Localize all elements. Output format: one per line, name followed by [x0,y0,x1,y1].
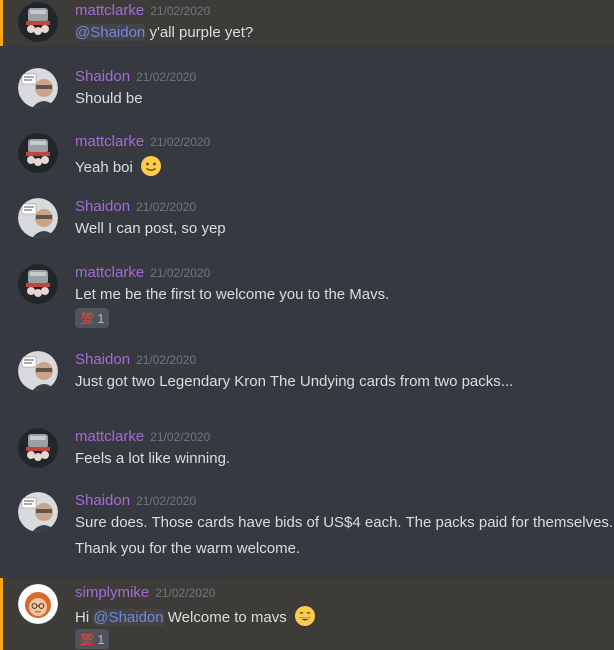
message-header: mattclarke 21/02/2020 [75,133,210,151]
message-content: @Shaidon y'all purple yet? [75,24,253,41]
message-item: Shaidon 21/02/2020 Well I can post, so ye… [0,190,614,250]
username[interactable]: mattclarke [75,264,144,281]
username[interactable]: mattclarke [75,2,144,19]
message-item: mattclarke 21/02/2020 Feels a lot like wi… [0,422,614,482]
timestamp: 21/02/2020 [136,494,197,508]
timestamp: 21/02/2020 [136,353,197,367]
message-text: Thank you for the warm welcome. [75,540,301,557]
message-header: simplymike 21/02/2020 [75,584,215,602]
message-header: mattclarke 21/02/2020 [75,428,210,446]
message-item: mattclarke 21/02/2020 Yeah boi [0,124,614,184]
avatar[interactable] [18,584,58,624]
message-header: Shaidon 21/02/2020 [75,351,196,369]
message-text: Welcome to mavs [163,609,287,626]
message-text: Just got two Legendary Kron The Undying … [75,373,514,390]
message-text: Sure does. Those cards have bids of US$4… [75,514,614,531]
message-text: Well I can post, so yep [75,220,226,237]
hundred-points-icon: 💯 [80,633,94,646]
reaction-button[interactable]: 💯 1 [75,629,110,649]
username[interactable]: Shaidon [75,68,130,85]
message-content: Hi @Shaidon Welcome to mavs [75,605,316,627]
reaction-button[interactable]: 💯 1 [75,308,110,328]
slightly-smiling-face-icon [141,156,162,176]
avatar[interactable] [18,428,58,468]
message-text: Feels a lot like winning. [75,450,231,467]
message-item: mattclarke 21/02/2020 Let me be the first… [0,256,614,336]
timestamp: 21/02/2020 [150,135,211,149]
username[interactable]: Shaidon [75,492,130,509]
timestamp: 21/02/2020 [136,200,197,214]
avatar[interactable] [18,492,58,532]
avatar[interactable] [18,68,58,108]
hundred-points-icon: 💯 [80,312,94,325]
message-header: Shaidon 21/02/2020 [75,492,196,510]
message-text: y'all purple yet? [145,24,254,41]
timestamp: 21/02/2020 [150,266,211,280]
message-text: Hi [75,609,94,626]
message-item: Shaidon 21/02/2020 Just got two Legendary… [0,346,614,406]
username[interactable]: simplymike [75,584,149,601]
message-item: Shaidon 21/02/2020 Sure does. Those cards… [0,487,614,567]
reaction-count: 1 [97,310,105,326]
user-mention[interactable]: @Shaidon [75,24,146,41]
message-header: Shaidon 21/02/2020 [75,68,196,86]
username[interactable]: Shaidon [75,351,130,368]
message-header: mattclarke 21/02/2020 [75,2,210,20]
username[interactable]: Shaidon [75,198,130,215]
user-mention[interactable]: @Shaidon [93,609,164,626]
avatar[interactable] [18,351,58,391]
timestamp: 21/02/2020 [150,430,211,444]
username[interactable]: mattclarke [75,428,144,445]
grinning-face-icon [294,606,315,626]
message-header: Shaidon 21/02/2020 [75,198,196,216]
avatar[interactable] [18,2,58,42]
avatar[interactable] [18,264,58,304]
avatar[interactable] [18,133,58,173]
timestamp: 21/02/2020 [155,586,216,600]
message-text: Yeah boi [75,159,133,176]
username[interactable]: mattclarke [75,133,144,150]
message-header: mattclarke 21/02/2020 [75,264,210,282]
reaction-count: 1 [97,631,105,647]
message-item: mattclarke 21/02/2020 @Shaidon y'all purp… [0,0,614,46]
message-item: simplymike 21/02/2020 Hi @Shaidon Welcome… [0,578,614,650]
avatar[interactable] [18,198,58,238]
message-content: Yeah boi [75,155,162,177]
timestamp: 21/02/2020 [136,70,197,84]
message-item: Shaidon 21/02/2020 Should be [0,58,614,118]
message-text: Let me be the first to welcome you to th… [75,286,390,303]
timestamp: 21/02/2020 [150,4,211,18]
message-text: Should be [75,90,143,107]
